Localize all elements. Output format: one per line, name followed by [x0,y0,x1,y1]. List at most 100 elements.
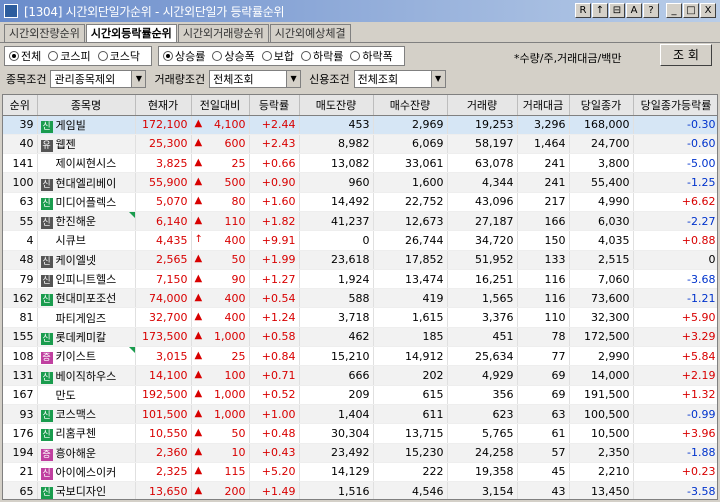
stock-name-cell[interactable]: 신 아이에스이커 [37,462,136,483]
stock-name-cell[interactable]: 신 현대미포조선 [37,288,136,309]
radio-dot-icon[interactable] [301,51,311,61]
column-header[interactable]: 순위 [3,95,38,116]
stock-name-cell[interactable]: 신 한진해운 [37,211,136,232]
stock-cond-select[interactable]: 관리종목제외 ▼ [50,70,147,88]
rank-radio-3[interactable]: 하락률 [301,48,343,64]
table-row[interactable]: 155 신 롯데케미칼 173,500 ▲ 1,000 +0.58 462 185 451 78 17… [3,327,717,348]
radio-dot-icon[interactable] [261,51,272,61]
chevron-down-icon[interactable]: ▼ [131,71,146,87]
help-icon[interactable]: ? [643,3,659,18]
stock-name-cell[interactable]: 신 코스맥스 [37,404,136,425]
radio-dot-icon[interactable] [212,51,223,61]
radio-dot-icon[interactable] [9,51,19,61]
column-header[interactable]: 등락률 [249,95,300,116]
table-row[interactable]: 48 신 케이엘넷 2,565 ▲ 50 +1.99 23,618 17,852 51,952 13… [3,250,717,270]
radio-dot-icon[interactable] [163,51,173,61]
stock-name-cell[interactable]: 만도 [37,385,136,405]
stock-name-cell[interactable]: 신 게임빌 [37,115,136,135]
table-row[interactable]: 108 증 키이스트 3,015 ▲ 25 +0.84 15,210 14,912 25,634 7… [3,346,717,367]
stock-name-cell[interactable]: 신 리홈쿠첸 [37,423,136,444]
volume-cell: 451 [447,327,518,348]
radio-dot-icon[interactable] [48,51,59,61]
table-row[interactable]: 40 유 웹젠 25,300 ▲ 600 +2.43 8,982 6,069 58,197 1,46… [3,134,717,155]
stock-name-cell[interactable]: 증 키이스트 [37,346,136,367]
column-header[interactable]: 종목명 [37,95,136,116]
column-header[interactable]: 당일종가 [569,95,634,116]
query-button[interactable]: 조 회 [660,44,712,66]
market-radio-2[interactable]: 코스닥 [97,48,140,64]
close-cell: 14,000 [569,365,634,386]
table-row[interactable]: 100 신 현대엘리베이 55,900 ▲ 500 +0.90 960 1,600 4,344 24… [3,172,717,193]
stock-name-cell[interactable]: 신 현대엘리베이 [37,172,136,193]
column-header[interactable]: 매수잔량 [373,95,448,116]
rank-radio-1[interactable]: 상승폭 [212,48,255,64]
stock-name-cell[interactable]: 증 흥아해운 [37,443,136,463]
volume-cond-select[interactable]: 전체조회 ▼ [209,70,302,88]
font-icon[interactable]: A [626,3,642,18]
table-row[interactable]: 21 신 아이에스이커 2,325 ▲ 115 +5.20 14,129 222 19,358 45… [3,462,717,483]
market-radio-1[interactable]: 코스피 [48,48,91,64]
diff-cell: ▲ 100 [191,365,250,386]
maximize-icon[interactable]: □ [683,3,699,18]
table-row[interactable]: 55 신 한진해운 6,140 ▲ 110 +1.82 41,237 12,673 27,187 1… [3,211,717,232]
amount-cell: 116 [517,288,570,309]
tab-3[interactable]: 시간외예상체결 [269,24,351,42]
market-radio-0[interactable]: 전체 [9,48,41,64]
stock-name-cell[interactable]: 시큐브 [37,230,136,251]
amount-cell: 1,464 [517,134,570,155]
tab-1[interactable]: 시간외등락률순위 [85,24,177,43]
tab-2[interactable]: 시간외거래량순위 [177,24,269,42]
column-header[interactable]: 거래대금 [517,95,570,116]
r-icon[interactable]: R [575,3,591,18]
chevron-down-icon[interactable]: ▼ [286,71,301,87]
amount-cell: 45 [517,462,570,483]
ask-cell: 30,304 [299,423,374,444]
ranking-table[interactable]: 순위 종목명 현재가 전일대비 등락률 매도잔량 매수잔량 거래량 거래대금 당일종가 당일종가등락… [2,94,718,500]
minimize-icon[interactable]: _ [666,3,682,18]
table-row[interactable]: 93 신 코스맥스 101,500 ▲ 1,000 +1.00 1,404 611 623 63 10… [3,404,717,425]
chevron-down-icon[interactable]: ▼ [430,71,445,87]
radio-dot-icon[interactable] [97,51,108,61]
stock-name-cell[interactable]: 신 인피니트헬스 [37,269,136,290]
stock-name-cell[interactable]: 파티게임즈 [37,307,136,328]
column-header[interactable]: 당일종가등락률 [633,95,717,116]
table-row[interactable]: 65 신 국보디자인 13,650 ▲ 200 +1.49 1,516 4,546 3,154 43… [3,481,717,499]
split-icon[interactable]: ⊟ [609,3,625,18]
stock-badge: 신 [40,332,53,345]
stock-name: 게임빌 [55,118,86,132]
price-cell: 10,550 [135,423,192,444]
up-icon[interactable]: ↑ [592,3,608,18]
stock-name-cell[interactable]: 신 국보디자인 [37,481,136,499]
table-row[interactable]: 162 신 현대미포조선 74,000 ▲ 400 +0.54 588 419 1,565 116 7… [3,288,717,309]
tab-0[interactable]: 시간외잔량순위 [4,24,85,42]
stock-name-cell[interactable]: 신 롯데케미칼 [37,327,136,348]
stock-name-cell[interactable]: 신 미디어플렉스 [37,192,136,212]
table-row[interactable]: 167 만도 192,500 ▲ 1,000 +0.52 209 615 356 69 191,50… [3,385,717,405]
stock-name-cell[interactable]: 신 케이엘넷 [37,250,136,270]
column-header[interactable]: 현재가 [135,95,192,116]
table-row[interactable]: 4 시큐브 4,435 ↑ 400 +9.91 0 26,744 34,720 150 4,035 +… [3,230,717,251]
rank-radio-2[interactable]: 보합 [261,48,294,64]
table-row[interactable]: 79 신 인피니트헬스 7,150 ▲ 90 +1.27 1,924 13,474 16,251 1… [3,269,717,290]
rank-radio-0[interactable]: 상승률 [163,48,205,64]
stock-name-cell[interactable]: 유 웹젠 [37,134,136,155]
stock-name-cell[interactable]: 신 베이직하우스 [37,365,136,386]
column-header[interactable]: 거래량 [447,95,518,116]
table-row[interactable]: 141 제이씨현시스 3,825 ▲ 25 +0.66 13,082 33,061 63,078… [3,153,717,174]
table-row[interactable]: 194 증 흥아해운 2,360 ▲ 10 +0.43 23,492 15,230 24,258 5… [3,443,717,463]
stock-name-cell[interactable]: 제이씨현시스 [37,153,136,174]
close-icon[interactable]: X [700,3,716,18]
table-row[interactable]: 63 신 미디어플렉스 5,070 ▲ 80 +1.60 14,492 22,752 43,096… [3,192,717,212]
column-header[interactable]: 매도잔량 [299,95,374,116]
table-row[interactable]: 176 신 리홈쿠첸 10,550 ▲ 50 +0.48 30,304 13,715 5,765 6… [3,423,717,444]
stock-name: 케이엘넷 [55,253,96,267]
rank-radio-4[interactable]: 하락폭 [350,48,393,64]
table-row[interactable]: 131 신 베이직하우스 14,100 ▲ 100 +0.71 666 202 4,929 69 14… [3,365,717,386]
table-row[interactable]: 39 신 게임빌 172,100 ▲ 4,100 +2.44 453 2,969 19,253 3,… [3,115,717,135]
close-rate-cell: -0.99 [633,404,717,425]
diff-value: 25 [231,156,246,170]
radio-dot-icon[interactable] [350,51,361,61]
table-row[interactable]: 81 파티게임즈 32,700 ▲ 400 +1.24 3,718 1,615 3,376 110… [3,307,717,328]
credit-cond-select[interactable]: 전체조회 ▼ [353,70,446,88]
column-header[interactable]: 전일대비 [191,95,250,116]
